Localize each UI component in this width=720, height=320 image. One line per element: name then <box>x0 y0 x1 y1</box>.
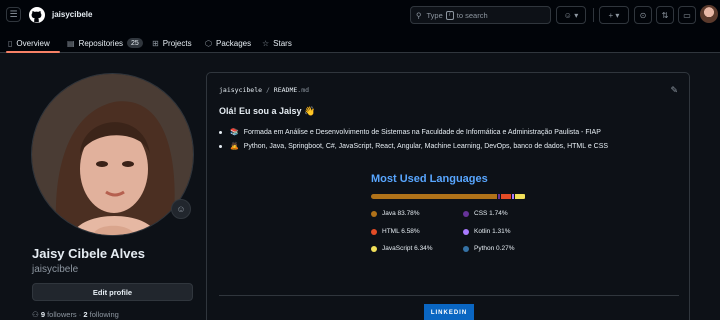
plus-icon: + ▾ <box>608 10 620 20</box>
profile-readme: jaisycibele / README.md ✎ Olá! Eu sou a … <box>206 72 690 320</box>
legend-item-html: HTML 6.58% <box>371 228 420 235</box>
readme-path-ext: .md <box>297 86 310 94</box>
tab-stars[interactable]: ☆ Stars <box>262 33 292 53</box>
profile-full-name: Jaisy Cibele Alves <box>32 246 145 261</box>
readme-path-user[interactable]: jaisycibele <box>219 86 262 94</box>
readme-bullet-2: 🙇 Python, Java, Springboot, C#, JavaScri… <box>219 142 608 150</box>
search-placeholder-end: to search <box>456 10 488 20</box>
readme-bullet-1-text: Formada em Análise e Desenvolvimento de … <box>243 128 601 136</box>
readme-bullet-1: 📚 Formada em Análise e Desenvolvimento d… <box>219 128 601 136</box>
books-emoji: 📚 <box>230 129 239 136</box>
search-placeholder-start: Type <box>426 10 443 20</box>
book-icon: ▯ <box>8 38 13 48</box>
followers-count[interactable]: 9 <box>41 310 45 319</box>
language-bar-segment-javascript <box>515 194 525 199</box>
bullet-dot <box>219 130 222 134</box>
bowing-emoji: 🙇 <box>230 143 239 150</box>
legend-label: HTML 6.58% <box>382 228 420 235</box>
language-bar-segment-css <box>497 194 501 199</box>
pull-requests-button[interactable]: ⇅ <box>656 6 674 24</box>
legend-label: Python 0.27% <box>474 245 515 252</box>
legend-swatch <box>463 245 469 252</box>
language-bar-segment-kotlin <box>512 194 515 199</box>
legend-label: JavaScript 6.34% <box>382 245 433 252</box>
selected-tab-indicator <box>6 51 60 53</box>
legend-label: Kotlin 1.31% <box>474 228 511 235</box>
profile-photo <box>32 74 193 235</box>
readme-path-file[interactable]: README <box>274 86 297 94</box>
star-icon: ☆ <box>262 38 270 48</box>
language-bar-segment-html <box>501 194 512 199</box>
profile-login: jaisycibele <box>32 264 79 275</box>
edit-profile-button[interactable]: Edit profile <box>32 283 193 301</box>
tab-repositories-label: Repositories <box>78 38 124 48</box>
profile-avatar[interactable] <box>31 73 194 236</box>
legend-label: Java 83.78% <box>382 210 420 217</box>
pencil-icon[interactable]: ✎ <box>670 85 678 96</box>
tab-stars-label: Stars <box>273 38 292 48</box>
readme-greeting: Olá! Eu sou a Jaisy 👋 <box>219 106 316 116</box>
pull-requests-icon: ⇅ <box>661 10 669 20</box>
copilot-icon: ☺ ▾ <box>563 10 579 20</box>
legend-item-java: Java 83.78% <box>371 210 420 217</box>
menu-icon[interactable]: ☰ <box>6 7 21 22</box>
repo-icon: ▤ <box>67 38 75 48</box>
header-divider <box>593 8 594 22</box>
readme-bullet-2-text: Python, Java, Springboot, C#, JavaScript… <box>243 142 609 150</box>
user-avatar-menu[interactable] <box>700 5 718 23</box>
languages-progress-bar <box>371 194 526 199</box>
tab-overview[interactable]: ▯ Overview <box>8 33 50 53</box>
legend-swatch <box>371 210 377 217</box>
create-new-button[interactable]: + ▾ <box>599 6 629 24</box>
slash-key-hint: / <box>445 10 454 20</box>
followers-label[interactable]: followers <box>47 310 77 319</box>
people-icon: ⚇ <box>32 310 39 319</box>
readme-path-separator: / <box>262 86 274 94</box>
tab-packages[interactable]: ⬡ Packages <box>205 33 251 53</box>
tab-repositories[interactable]: ▤ Repositories 25 <box>67 33 143 53</box>
issues-button[interactable]: ⊙ <box>634 6 652 24</box>
language-bar-segment-java <box>371 194 497 199</box>
bullet-dot <box>219 144 222 148</box>
legend-item-css: CSS 1.74% <box>463 210 508 217</box>
package-icon: ⬡ <box>205 38 212 48</box>
languages-card-title: Most Used Languages <box>371 173 488 185</box>
legend-swatch <box>371 228 377 235</box>
tab-projects-label: Projects <box>162 38 192 48</box>
search-input[interactable]: ⚲ Type / to search <box>410 6 551 24</box>
header-username[interactable]: jaisycibele <box>52 10 92 19</box>
following-count[interactable]: 2 <box>83 310 87 319</box>
table-icon: ⊞ <box>152 38 159 48</box>
issues-icon: ⊙ <box>639 10 647 20</box>
readme-path: jaisycibele / README.md <box>219 86 309 94</box>
follow-stats: ⚇ 9 followers · 2 following <box>32 310 119 319</box>
smiley-icon: ☺ <box>176 204 186 214</box>
copilot-button[interactable]: ☺ ▾ <box>556 6 586 24</box>
legend-item-kotlin: Kotlin 1.31% <box>463 228 511 235</box>
profile-tabs: ▯ Overview ▤ Repositories 25 ⊞ Projects … <box>0 33 720 53</box>
top-header: ☰ jaisycibele ⚲ Type / to search ☺ ▾ + ▾… <box>0 0 720 53</box>
linkedin-badge[interactable]: LINKEDIN <box>424 304 474 320</box>
legend-swatch <box>463 228 469 235</box>
legend-swatch <box>371 245 377 252</box>
github-logo-icon[interactable] <box>29 7 45 23</box>
search-icon: ⚲ <box>416 10 422 20</box>
inbox-icon: ▭ <box>683 10 691 20</box>
legend-item-python: Python 0.27% <box>463 245 514 252</box>
legend-swatch <box>463 210 469 217</box>
readme-divider <box>219 295 679 296</box>
tab-overview-label: Overview <box>16 38 50 48</box>
following-label[interactable]: following <box>90 310 119 319</box>
tab-projects[interactable]: ⊞ Projects <box>152 33 192 53</box>
inbox-button[interactable]: ▭ <box>678 6 696 24</box>
tab-packages-label: Packages <box>215 38 252 48</box>
legend-item-javascript: JavaScript 6.34% <box>371 245 433 252</box>
legend-label: CSS 1.74% <box>474 210 508 217</box>
repositories-count-badge: 25 <box>127 38 143 48</box>
set-status-button[interactable]: ☺ <box>171 199 191 219</box>
